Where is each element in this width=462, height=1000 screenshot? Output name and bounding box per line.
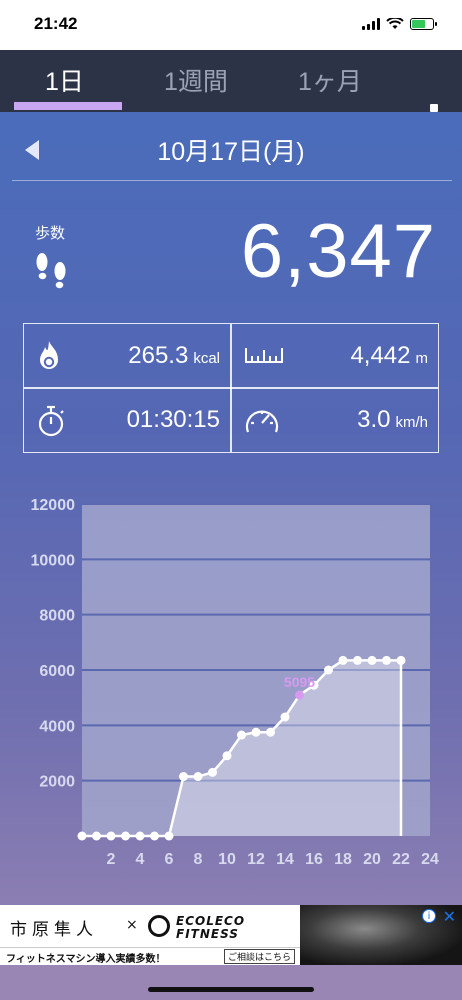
tab-week[interactable]: 1週間 bbox=[164, 62, 228, 98]
speed-value: 3.0 bbox=[357, 406, 391, 433]
data-point bbox=[135, 831, 145, 841]
status-icons bbox=[362, 18, 437, 30]
home-indicator[interactable] bbox=[148, 987, 314, 992]
daily-summary: 10月17日(月) 歩数 6,347 265.3 kcal 4,442 m 01… bbox=[0, 112, 462, 905]
x-tick-label: 6 bbox=[165, 851, 174, 868]
stats-grid: 265.3 kcal 4,442 m 01:30:15 3.0 km/h bbox=[23, 323, 439, 453]
x-tick-label: 24 bbox=[421, 851, 439, 868]
stopwatch-icon bbox=[38, 405, 64, 437]
data-point bbox=[353, 655, 362, 665]
x-tick-label: 4 bbox=[136, 851, 145, 868]
data-point bbox=[121, 831, 130, 841]
calories-value: 265.3 bbox=[128, 342, 189, 369]
data-point bbox=[164, 831, 174, 841]
data-point bbox=[222, 751, 232, 761]
ruler-icon bbox=[245, 348, 283, 363]
data-point bbox=[396, 655, 406, 665]
data-point bbox=[237, 730, 246, 740]
speedometer-icon bbox=[245, 410, 279, 433]
ad-tagline: フィットネスマシン導入実績多数！ bbox=[6, 954, 166, 965]
y-tick-label: 8000 bbox=[39, 608, 75, 625]
data-point bbox=[280, 712, 290, 722]
duration-value: 01:30:15 bbox=[126, 406, 220, 433]
distance-value: 4,442 bbox=[350, 342, 411, 369]
speed-cell: 3.0 km/h bbox=[231, 388, 438, 452]
data-point bbox=[92, 831, 101, 841]
x-tick-label: 12 bbox=[247, 851, 265, 868]
data-point bbox=[77, 831, 87, 841]
ad-brand-line1: ECOLECO bbox=[176, 914, 246, 928]
tab-day[interactable]: 1日 bbox=[45, 62, 84, 98]
duration-cell: 01:30:15 bbox=[24, 388, 230, 452]
divider bbox=[12, 180, 452, 181]
y-tick-label: 6000 bbox=[39, 663, 75, 680]
x-tick-label: 14 bbox=[276, 851, 294, 868]
x-tick-label: 20 bbox=[363, 851, 381, 868]
data-point bbox=[367, 655, 377, 665]
y-tick-label: 10000 bbox=[31, 552, 76, 569]
x-tick-label: 2 bbox=[107, 851, 116, 868]
cellular-signal-icon bbox=[362, 18, 380, 30]
status-bar: 21:42 bbox=[0, 0, 462, 50]
steps-label: 歩数 bbox=[35, 224, 66, 242]
data-point bbox=[251, 727, 261, 737]
y-tick-label: 2000 bbox=[39, 774, 75, 791]
wifi-icon bbox=[386, 18, 404, 29]
speed-unit: km/h bbox=[395, 414, 428, 431]
ad-cross: × bbox=[126, 917, 138, 933]
ad-banner[interactable]: 市原隼人 × ECOLECO FITNESS フィットネスマシン導入実績多数！ … bbox=[0, 905, 462, 965]
ad-cta-button[interactable]: ご相談はこちら bbox=[224, 949, 296, 964]
footprints-icon bbox=[36, 253, 66, 289]
ad-close-icon[interactable]: ✕ bbox=[443, 907, 456, 926]
y-tick-label: 12000 bbox=[31, 497, 76, 514]
ad-info-icon[interactable]: i bbox=[422, 909, 436, 923]
active-tab-indicator bbox=[14, 102, 122, 110]
current-date: 10月17日(月) bbox=[157, 138, 305, 166]
x-tick-label: 8 bbox=[194, 851, 203, 868]
data-point bbox=[324, 665, 333, 675]
tab-month[interactable]: 1ヶ月 bbox=[298, 62, 362, 98]
x-tick-label: 16 bbox=[305, 851, 323, 868]
calories-unit: kcal bbox=[193, 350, 220, 367]
hourly-steps-chart: 200040006000800010000120002 4 6 8 10 12 14 16 18… bbox=[31, 497, 440, 868]
highlighted-data-point bbox=[295, 690, 304, 700]
date-navigator: 10月17日(月) bbox=[0, 112, 462, 182]
y-tick-label: 4000 bbox=[39, 718, 75, 735]
x-tick-label: 18 bbox=[334, 851, 352, 868]
ad-headline: 市原隼人 bbox=[10, 920, 98, 940]
flame-icon bbox=[40, 341, 58, 369]
ad-brand-logo-icon bbox=[148, 915, 170, 937]
data-point bbox=[266, 727, 275, 737]
battery-charging-icon bbox=[410, 18, 437, 30]
step-count: 6,347 bbox=[240, 209, 436, 294]
status-time: 21:42 bbox=[34, 14, 78, 33]
ad-photo bbox=[300, 905, 462, 965]
distance-cell: 4,442 m bbox=[231, 324, 438, 388]
distance-unit: m bbox=[415, 350, 429, 367]
data-point bbox=[208, 767, 217, 777]
data-point bbox=[382, 655, 391, 665]
highlight-value-label: 5095 bbox=[284, 674, 315, 690]
data-point bbox=[338, 655, 348, 665]
data-point bbox=[150, 831, 159, 841]
home-area bbox=[0, 965, 462, 1000]
data-point bbox=[193, 772, 203, 782]
data-point bbox=[106, 831, 116, 841]
calories-cell: 265.3 kcal bbox=[24, 324, 230, 388]
x-tick-label: 10 bbox=[218, 851, 236, 868]
x-tick-label: 22 bbox=[392, 851, 410, 868]
data-point bbox=[179, 772, 188, 782]
ad-brand-line2: FITNESS bbox=[176, 927, 239, 941]
